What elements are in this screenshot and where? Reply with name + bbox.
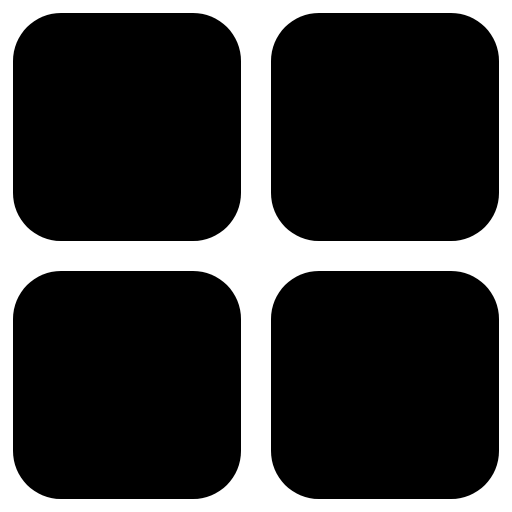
icon-canvas [0, 0, 512, 512]
grid-tile-bottom-right [271, 271, 499, 499]
grid-tile-top-left [13, 13, 241, 241]
grid-tile-bottom-left [13, 271, 241, 499]
grid-icon [0, 0, 512, 512]
grid-tile-top-right [271, 13, 499, 241]
